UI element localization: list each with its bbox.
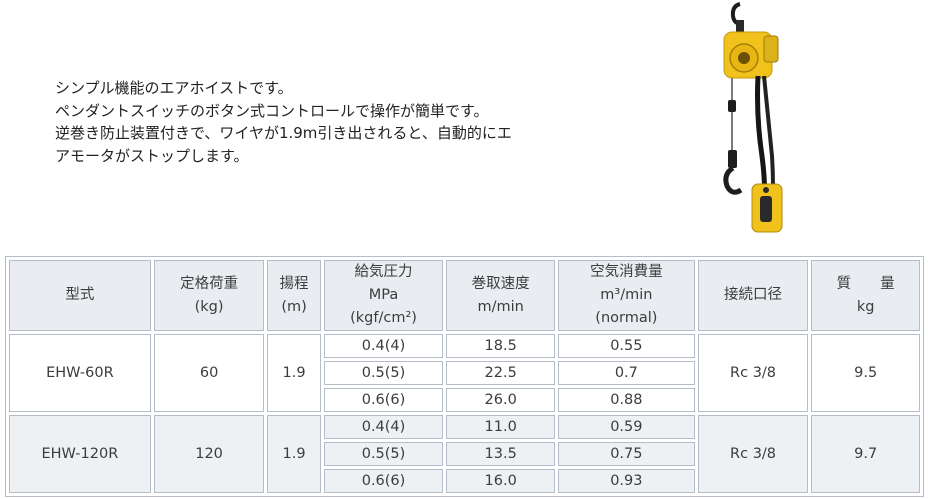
cell-model: EHW-60R	[9, 334, 151, 412]
header-lift: 揚程 (m)	[267, 260, 321, 331]
header-speed: 巻取速度 m/min	[446, 260, 555, 331]
cell-pressure: 0.5(5)	[323, 442, 444, 466]
header-mass: 質 量 kg	[811, 260, 920, 331]
cell-speed: 22.5	[446, 361, 555, 385]
description-line: アモータがストップします。	[55, 146, 249, 165]
cell-consumption: 0.75	[557, 442, 695, 466]
cell-model: EHW-120R	[9, 415, 151, 493]
cell-pressure: 0.6(6)	[323, 469, 444, 493]
table-row: EHW-120R 120 1.9 0.4(4) 11.0 0.59 Rc 3/8…	[9, 415, 920, 493]
header-rated-load: 定格荷重 (kg)	[153, 260, 265, 331]
product-description: シンプル機能のエアホイストです。 ペンダントスイッチのボタン式コントロールで操作…	[55, 77, 575, 167]
cell-speed: 16.0	[446, 469, 555, 493]
header-model: 型式	[9, 260, 151, 331]
cell-port: Rc 3/8	[697, 334, 809, 412]
cell-rated-load: 120	[153, 415, 265, 493]
cell-mass: 9.7	[811, 415, 920, 493]
header-air-pressure: 給気圧力 MPa (kgf/cm²)	[323, 260, 444, 331]
cell-consumption: 0.59	[557, 415, 695, 439]
table-header-row: 型式 定格荷重 (kg) 揚程 (m) 給気圧力 MPa (kgf/cm²) 巻…	[9, 260, 920, 331]
cell-pressure: 0.4(4)	[323, 334, 444, 358]
cell-consumption: 0.55	[557, 334, 695, 358]
cell-pressure: 0.4(4)	[323, 415, 444, 439]
cell-rated-load: 60	[153, 334, 265, 412]
cell-mass: 9.5	[811, 334, 920, 412]
cell-pressure: 0.6(6)	[323, 388, 444, 412]
cell-speed: 11.0	[446, 415, 555, 439]
cell-pressure: 0.5(5)	[323, 361, 444, 385]
cell-port: Rc 3/8	[697, 415, 809, 493]
cell-consumption: 0.93	[557, 469, 695, 493]
header-air-consumption: 空気消費量 m³/min (normal)	[557, 260, 695, 331]
cell-lift: 1.9	[267, 334, 321, 412]
header-port: 接続口径	[697, 260, 809, 331]
description-line: ペンダントスイッチのボタン式コントロールで操作が簡単です。	[55, 101, 489, 120]
cell-speed: 18.5	[446, 334, 555, 358]
cell-speed: 26.0	[446, 388, 555, 412]
air-hoist-photo	[723, 2, 783, 233]
cell-consumption: 0.88	[557, 388, 695, 412]
cell-lift: 1.9	[267, 415, 321, 493]
cell-speed: 13.5	[446, 442, 555, 466]
cell-consumption: 0.7	[557, 361, 695, 385]
description-line: シンプル機能のエアホイストです。	[55, 79, 293, 97]
table-row: EHW-60R 60 1.9 0.4(4) 18.5 0.55 Rc 3/8 9…	[9, 334, 920, 412]
spec-table: 型式 定格荷重 (kg) 揚程 (m) 給気圧力 MPa (kgf/cm²) 巻…	[5, 256, 924, 497]
description-line: 逆巻き防止装置付きで、ワイヤが1.9m引き出されると、自動的にエ	[55, 124, 512, 142]
